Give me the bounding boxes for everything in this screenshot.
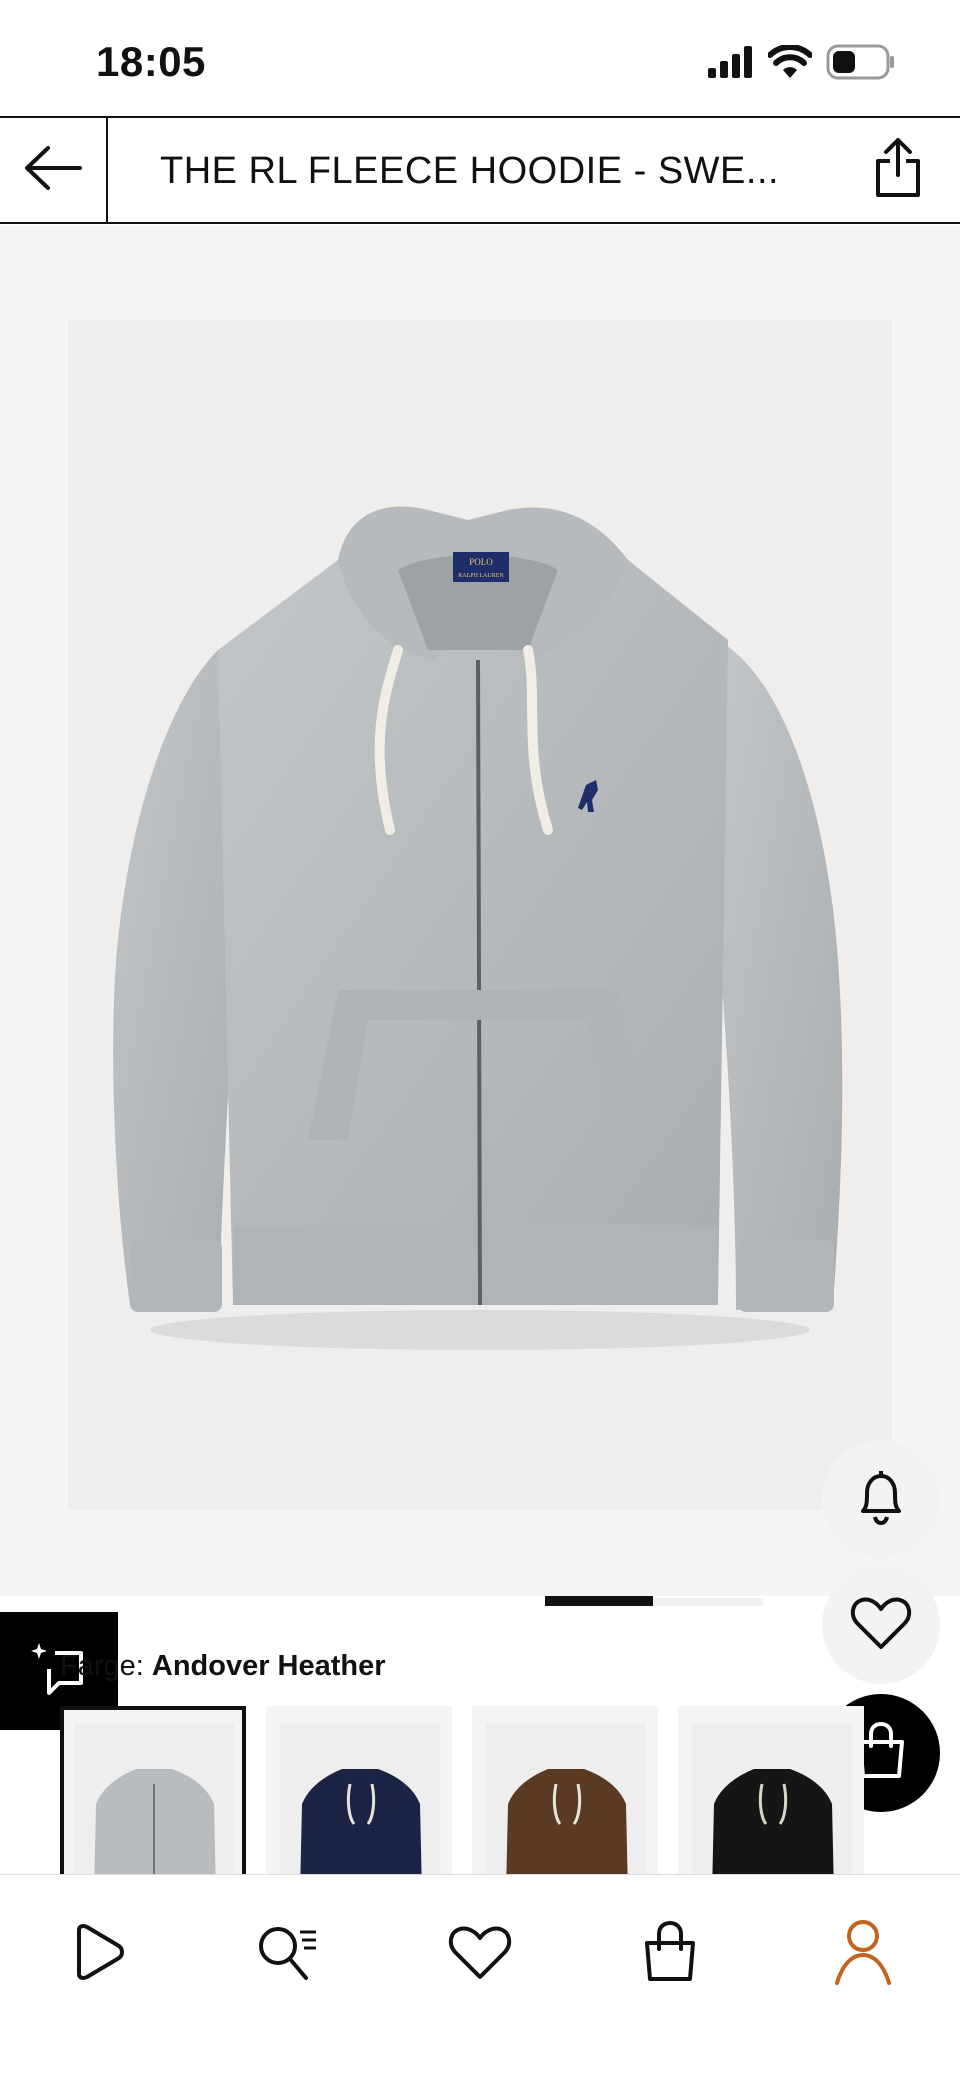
svg-text:RALPH LAUREN: RALPH LAUREN — [458, 573, 504, 579]
color-swatch-black[interactable] — [678, 1706, 864, 1874]
tab-bag[interactable] — [625, 1909, 715, 1999]
image-pager — [0, 1596, 960, 1606]
swatch-image — [74, 1724, 234, 1874]
share-button[interactable] — [864, 136, 932, 204]
page-title: THE RL FLEECE HOODIE - SWE... — [160, 150, 780, 192]
hoodie-photo: POLO RALPH LAUREN — [113, 506, 843, 1350]
share-icon — [874, 137, 922, 204]
tab-search[interactable] — [242, 1909, 332, 1999]
status-bar: 18:05 — [0, 0, 960, 116]
color-swatch-navy[interactable] — [266, 1706, 452, 1874]
profile-icon — [833, 1919, 893, 1990]
product-gallery[interactable]: POLO RALPH LAUREN — [0, 226, 960, 1812]
status-time: 18:05 — [96, 38, 206, 85]
swatch-image — [280, 1724, 440, 1874]
wishlist-button[interactable] — [822, 1566, 940, 1684]
back-button[interactable] — [0, 118, 108, 222]
bottom-tab-bar — [0, 1874, 960, 2078]
color-swatch-brown[interactable] — [472, 1706, 658, 1874]
battery-icon — [826, 44, 896, 85]
color-label-prefix: Farge: — [60, 1650, 152, 1682]
swatch-image — [692, 1724, 852, 1874]
tab-profile[interactable] — [818, 1909, 908, 1999]
color-swatch-list — [60, 1706, 960, 1874]
wifi-icon — [767, 44, 813, 84]
product-image[interactable]: POLO RALPH LAUREN — [68, 320, 892, 1510]
cellular-signal-icon — [708, 46, 754, 83]
bag-icon — [642, 1920, 698, 1988]
swatch-image — [486, 1724, 646, 1874]
notify-button[interactable] — [822, 1440, 940, 1558]
status-icons — [708, 44, 896, 85]
pager-active-indicator — [545, 1596, 653, 1606]
tab-wishlist[interactable] — [435, 1909, 525, 1999]
arrow-left-icon — [22, 145, 84, 196]
tab-discover[interactable] — [52, 1909, 142, 1999]
svg-text:POLO: POLO — [469, 557, 493, 567]
color-swatch-andover-heather[interactable] — [60, 1706, 246, 1874]
bell-icon — [857, 1469, 905, 1530]
search-list-icon — [254, 1922, 320, 1987]
color-label: Farge: Andover Heather — [60, 1650, 386, 1683]
selected-color-name: Andover Heather — [151, 1650, 386, 1682]
play-icon — [67, 1922, 127, 1987]
heart-icon — [448, 1923, 512, 1986]
navigation-header: THE RL FLEECE HOODIE - SWE... — [0, 116, 960, 224]
